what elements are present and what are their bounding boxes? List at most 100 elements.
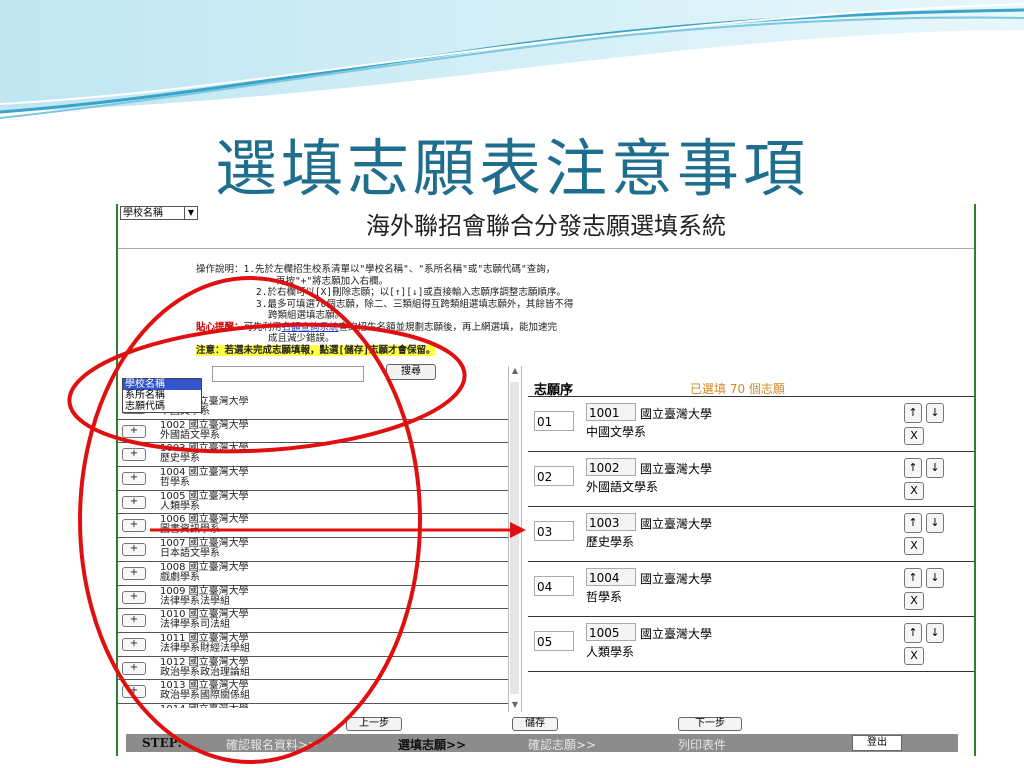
wish-row: 02 1002 國立臺灣大學外國語文學系 ↑ ↓ X [528,452,974,507]
wish-order-header: 志願序 [534,383,574,398]
wish-department: 中國文學系 [586,425,647,439]
search-input[interactable] [212,366,364,382]
school-item-line2: 法律學系財經法學組 [160,642,250,654]
list-scrollbar[interactable]: ▲ ▼ [508,366,522,712]
note-line: 注意：若選未完成志願填報，點選[儲存]志願才會保留。 [196,344,756,357]
instruction-line: 3.最多可填選70個志願，除二、三類組得互跨類組選填志願外，其餘皆不得 [256,298,574,310]
wish-order-input[interactable]: 02 [534,466,574,486]
prev-step-button[interactable]: 上一步 [346,717,402,731]
move-down-button[interactable]: ↓ [926,568,944,588]
school-list: +1001 國立臺灣大學中國文學系+1002 國立臺灣大學外國語文學系+1003… [118,396,508,708]
school-list-item: +1011 國立臺灣大學 法律學系財經法學組 [118,633,508,657]
next-step-button[interactable]: 下一步 [678,717,742,731]
delete-wish-button[interactable]: X [904,592,924,610]
wish-code: 1002 [586,458,636,476]
add-wish-button[interactable]: + [122,519,146,533]
title-divider [118,248,974,249]
wish-panel-header: 志願序 已選填 70 個志願 [528,378,974,398]
add-wish-button[interactable]: + [122,590,146,604]
system-screenshot: 海外聯招會聯合分發志願選填系統 操作說明：1.先於左欄招生校系清單以"學校名稱"… [116,204,976,756]
move-up-button[interactable]: ↑ [904,623,922,643]
wish-university: 國立臺灣大學 [640,462,713,476]
search-type-value: 學校名稱 [123,208,163,219]
wish-university: 國立臺灣大學 [640,407,713,421]
add-wish-button[interactable]: + [122,566,146,580]
wish-code: 1005 [586,623,636,641]
school-item-line2: 人類學系 [160,500,200,512]
add-wish-button[interactable]: + [122,543,146,557]
step-select-wishes: 選填志願>> [398,738,467,752]
instruction-line: 再按"+"將志願加入右欄。 [276,275,389,287]
school-item-line1: 1014 國立臺灣大學 [160,704,249,708]
school-list-item: +1007 國立臺灣大學 日本語文學系 [118,538,508,562]
wish-department: 人類學系 [586,645,635,659]
school-item-line2: 法律學系司法組 [160,619,230,631]
wish-order-input[interactable]: 05 [534,631,574,651]
move-down-button[interactable]: ↓ [926,513,944,533]
school-item-line2: 法律學系法學組 [160,595,230,607]
wish-university: 國立臺灣大學 [640,627,713,641]
delete-wish-button[interactable]: X [904,427,924,445]
school-item-line2: 日本語文學系 [160,548,220,560]
delete-wish-button[interactable]: X [904,482,924,500]
add-wish-button[interactable]: + [122,661,146,675]
move-down-button[interactable]: ↓ [926,403,944,423]
move-up-button[interactable]: ↑ [904,568,922,588]
school-item-line1: 1009 國立臺灣大學 [160,585,249,597]
move-up-button[interactable]: ↑ [904,403,922,423]
wish-department: 哲學系 [586,590,623,604]
school-list-item: +1006 國立臺灣大學 圖書資訊學系 [118,514,508,539]
quota-query-link[interactable]: 名額查詢系統 [282,322,339,333]
wish-university: 國立臺灣大學 [640,572,713,586]
school-item-line2: 圖書資訊學系 [160,524,220,536]
add-wish-button[interactable]: + [122,472,146,486]
move-down-button[interactable]: ↓ [926,623,944,643]
instruction-line: 跨類組選填志願。 [268,310,345,321]
add-wish-button[interactable]: + [122,424,146,438]
search-type-select[interactable]: 學校名稱 ▼ [120,206,198,220]
tip-line: 貼心提醒：可先利用名額查詢系統查詢招生名額並規劃志願後，再上網選填，能加速完 [196,322,756,334]
tip-pre: 可先利用 [243,321,282,333]
chevron-down-icon[interactable]: ▼ [184,207,197,219]
move-up-button[interactable]: ↑ [904,513,922,533]
move-down-button[interactable]: ↓ [926,458,944,478]
system-title: 海外聯招會聯合分發志願選填系統 [366,212,726,240]
school-item-line2: 外國語文學系 [160,429,220,441]
option-wish-code[interactable]: 志願代碼 [123,401,201,412]
add-wish-button[interactable]: + [122,448,146,462]
wish-order-input[interactable]: 04 [534,576,574,596]
save-button[interactable]: 儲存 [512,717,558,731]
delete-wish-button[interactable]: X [904,647,924,665]
scroll-up-icon[interactable]: ▲ [509,366,521,378]
school-list-item: +1002 國立臺灣大學 外國語文學系 [118,420,508,444]
search-button[interactable]: 搜尋 [386,364,436,380]
scroll-down-icon[interactable]: ▼ [509,700,521,712]
scroll-thumb[interactable] [510,382,519,694]
school-list-item: +1010 國立臺灣大學 法律學系司法組 [118,609,508,633]
school-item-line2: 哲學系 [160,477,190,489]
wish-department: 歷史學系 [586,535,635,549]
wish-department: 外國語文學系 [586,480,659,494]
add-wish-button[interactable]: + [122,685,146,699]
option-school-name[interactable]: 學校名稱 [123,379,201,390]
wish-order-input[interactable]: 03 [534,521,574,541]
wish-code: 1004 [586,568,636,586]
slide-title: 選填志願表注意事項 [214,132,809,205]
logout-button[interactable]: 登出 [852,735,902,751]
school-item-line2: 戲劇學系 [160,571,200,583]
add-wish-button[interactable]: + [122,637,146,651]
search-type-options: 學校名稱 系所名稱 志願代碼 [122,378,202,413]
wish-order-input[interactable]: 01 [534,411,574,431]
slide-banner [0,0,1024,119]
add-wish-button[interactable]: + [122,614,146,628]
move-up-button[interactable]: ↑ [904,458,922,478]
add-wish-button[interactable]: + [122,495,146,509]
school-list-item: +1004 國立臺灣大學 哲學系 [118,467,508,491]
option-dept-name[interactable]: 系所名稱 [123,390,201,401]
step-confirm-info: 確認報名資料>> [226,738,319,752]
school-list-item: +1014 國立臺灣大學 [118,704,508,708]
wish-code: 1003 [586,513,636,531]
delete-wish-button[interactable]: X [904,537,924,555]
step-bar: STEP: 確認報名資料>> 選填志願>> 確認志願>> 列印表件 登出 [126,734,958,752]
wish-row: 01 1001 國立臺灣大學 中國文學系 ↑ ↓ X [528,397,974,452]
